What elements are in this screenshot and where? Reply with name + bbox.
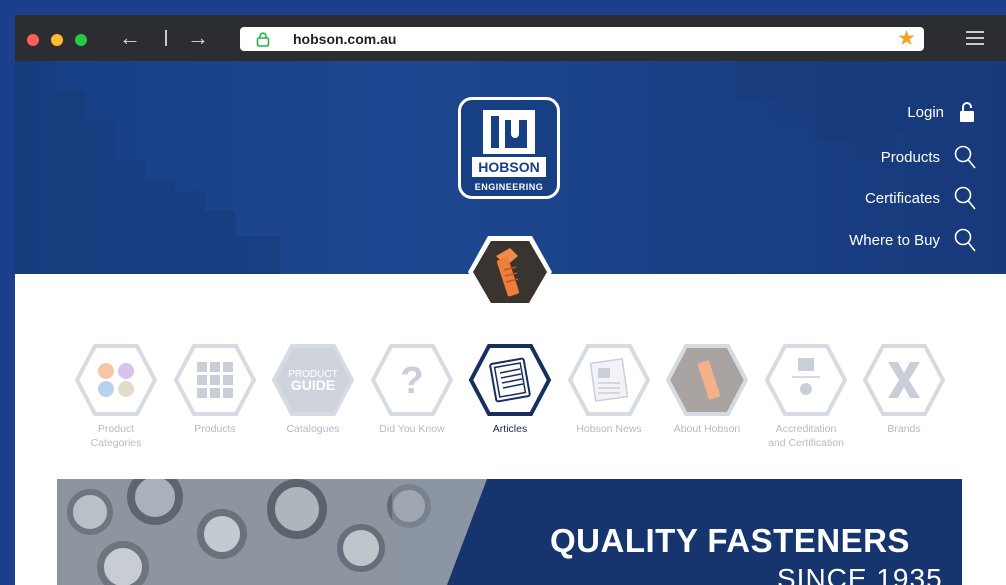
category-label: About Hobson (673, 423, 741, 435)
products-search-link[interactable]: Products (881, 145, 976, 169)
certificates-search-link[interactable]: Certificates (865, 186, 976, 210)
category-brands[interactable]: Brands (861, 343, 947, 436)
logo-name: HOBSON (472, 157, 546, 177)
logo-subtitle: ENGINEERING (474, 182, 544, 192)
address-bar[interactable]: hobson.com.au ★ (240, 27, 924, 51)
category-accreditation[interactable]: Accreditation and Certification (763, 343, 849, 450)
where-to-buy-label: Where to Buy (849, 231, 940, 249)
search-icon (954, 145, 976, 169)
banner-headline: QUALITY FASTENERS (550, 522, 910, 559)
hobson-mark-icon (483, 110, 535, 154)
browser-toolbar: ← → hobson.com.au ★ (15, 15, 1006, 61)
unlock-icon (960, 102, 974, 122)
category-label: Catalogues (286, 423, 340, 435)
back-arrow-icon[interactable]: ← (119, 25, 141, 51)
color-dots-icon (74, 344, 158, 416)
login-label: Login (907, 103, 944, 121)
products-label: Products (880, 148, 940, 166)
category-hobson-news[interactable]: Hobson News (566, 343, 652, 436)
question-icon: ? (370, 344, 454, 416)
news-icon (567, 344, 651, 416)
certificate-icon (764, 344, 848, 416)
category-about-hobson[interactable]: About Hobson (664, 343, 750, 436)
category-label: Hobson News (576, 423, 642, 435)
category-did-you-know[interactable]: ? Did You Know (369, 343, 455, 436)
category-label: Did You Know (379, 423, 445, 435)
search-icon (954, 228, 976, 252)
minimize-window-button[interactable] (51, 34, 63, 46)
svg-text:GUIDE: GUIDE (291, 377, 335, 393)
nav-divider (165, 30, 167, 46)
hero-banner[interactable]: QUALITY FASTENERS SINCE 1935 (57, 479, 962, 585)
maximize-window-button[interactable] (75, 34, 87, 46)
browser-window: ← → hobson.com.au ★ HOBSON ENGINEERING L… (15, 15, 1006, 585)
bolt-photo-icon (665, 344, 749, 416)
category-label: Products (194, 423, 236, 435)
bolt-photo-badge (468, 236, 552, 308)
banner-subline: SINCE 1935 (777, 563, 943, 585)
lock-icon (256, 32, 270, 47)
svg-text:?: ? (400, 360, 423, 402)
product-guide-icon: PRODUCT GUIDE (271, 344, 355, 416)
category-label: Product Categories (90, 423, 142, 449)
brand-x-icon (862, 344, 946, 416)
category-articles[interactable]: Articles (467, 343, 553, 436)
certificates-label: Certificates (864, 189, 940, 207)
hamburger-menu-icon[interactable] (966, 31, 984, 45)
newspaper-icon (468, 344, 552, 416)
category-label: Accreditation and Certification (768, 423, 844, 449)
forward-arrow-icon[interactable]: → (187, 25, 209, 51)
category-products[interactable]: Products (172, 343, 258, 436)
category-label: Articles (492, 423, 528, 435)
category-product-categories[interactable]: Product Categories (73, 343, 159, 450)
grid-icon (173, 344, 257, 416)
bookmark-star-icon[interactable]: ★ (897, 26, 916, 51)
category-catalogues[interactable]: PRODUCT GUIDE Catalogues (270, 343, 356, 436)
login-link[interactable]: Login (907, 101, 976, 123)
search-icon (954, 186, 976, 210)
where-to-buy-search-link[interactable]: Where to Buy (849, 228, 976, 252)
url-text: hobson.com.au (293, 31, 397, 47)
category-label: Brands (887, 423, 921, 435)
hobson-logo[interactable]: HOBSON ENGINEERING (458, 97, 560, 199)
close-window-button[interactable] (27, 34, 39, 46)
